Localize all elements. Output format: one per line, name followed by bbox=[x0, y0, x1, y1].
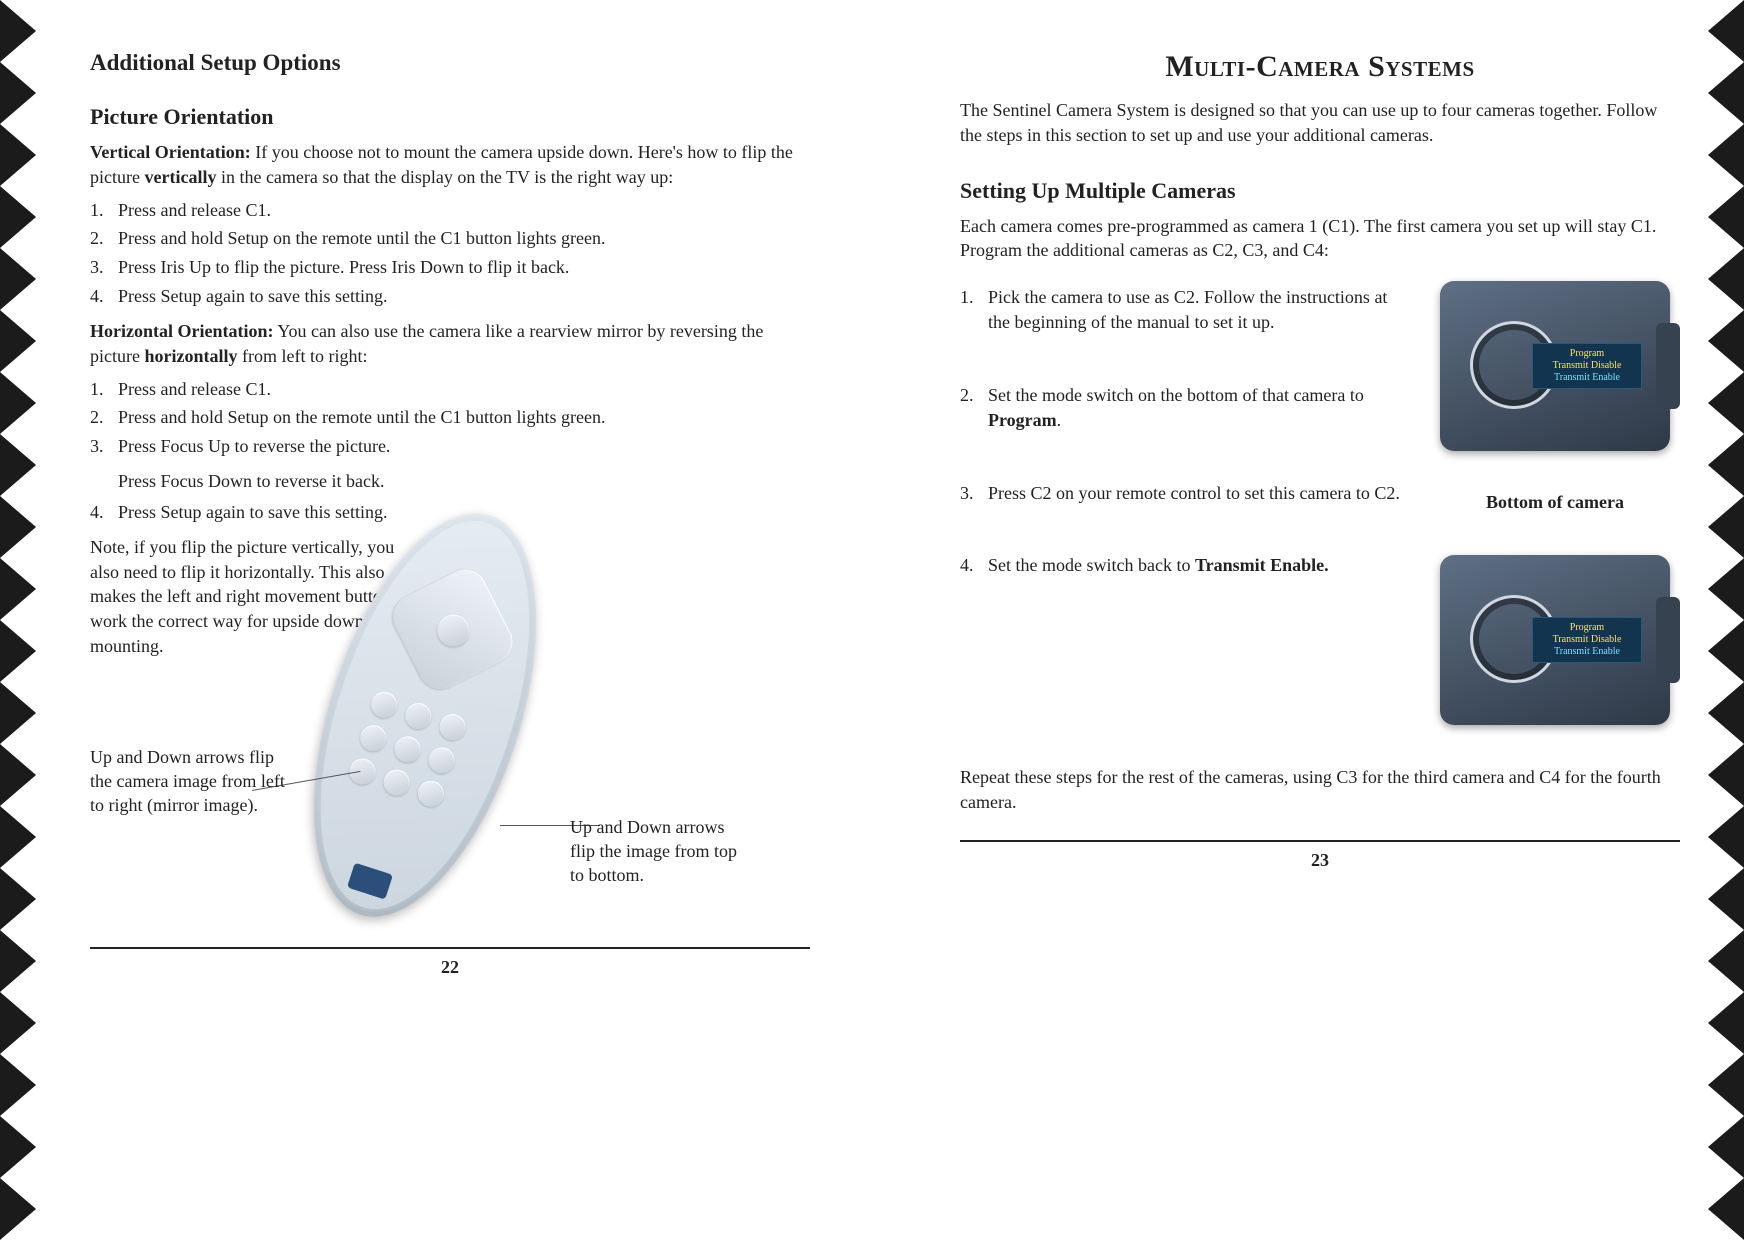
horizontal-steps: 1.Press and release C1. 2.Press and hold… bbox=[90, 377, 810, 459]
horizontal-bold: horizontally bbox=[144, 346, 237, 366]
v-step-1: 1.Press and release C1. bbox=[90, 198, 810, 223]
mc-step-2: 2.Set the mode switch on the bottom of t… bbox=[960, 383, 1400, 433]
remote-diagram-block: Note, if you flip the picture vertically… bbox=[90, 535, 810, 935]
v-step-4: 4.Press Setup again to save this setting… bbox=[90, 284, 810, 309]
h-step-1-text: Press and release C1. bbox=[118, 379, 271, 399]
camera-images-column: Program Transmit Disable Transmit Enable… bbox=[1430, 281, 1680, 724]
v-step-4-text: Press Setup again to save this setting. bbox=[118, 286, 387, 306]
mc-step-4-bold: Transmit Enable. bbox=[1195, 555, 1329, 575]
vertical-lead: Vertical Orientation: bbox=[90, 142, 251, 162]
camera-switch-label-2: Program Transmit Disable Transmit Enable bbox=[1532, 617, 1642, 663]
horizontal-tail: from left to right: bbox=[237, 346, 367, 366]
camera-bottom-photo-1: Program Transmit Disable Transmit Enable bbox=[1440, 281, 1670, 451]
heading-additional-setup: Additional Setup Options bbox=[90, 50, 810, 76]
multi-camera-lead: Each camera comes pre-programmed as came… bbox=[960, 214, 1680, 264]
v-step-3-text: Press Iris Up to flip the picture. Press… bbox=[118, 257, 569, 277]
mc-step-2-bold: Program bbox=[988, 410, 1057, 430]
zigzag-border-left bbox=[0, 0, 36, 1240]
mc-step-3-text: Press C2 on your remote control to set t… bbox=[988, 483, 1400, 503]
camera-switch-label-1: Program Transmit Disable Transmit Enable bbox=[1532, 343, 1642, 389]
camera-bottom-photo-2: Program Transmit Disable Transmit Enable bbox=[1440, 555, 1670, 725]
h-step-2-text: Press and hold Setup on the remote until… bbox=[118, 407, 605, 427]
vertical-tail: in the camera so that the display on the… bbox=[216, 167, 673, 187]
page-22: Additional Setup Options Picture Orienta… bbox=[60, 30, 840, 1210]
h-step-3-sub: Press Focus Down to reverse it back. bbox=[118, 469, 810, 494]
zigzag-border-right bbox=[1708, 0, 1744, 1240]
v-step-2: 2.Press and hold Setup on the remote unt… bbox=[90, 226, 810, 251]
vertical-bold: vertically bbox=[144, 167, 216, 187]
h-step-2: 2.Press and hold Setup on the remote unt… bbox=[90, 405, 810, 430]
h-step-3-text: Press Focus Up to reverse the picture. bbox=[118, 436, 390, 456]
mc-step-2-text: Set the mode switch on the bottom of tha… bbox=[988, 385, 1364, 405]
switch-disable-2: Transmit Disable bbox=[1539, 634, 1635, 646]
mc-step-1-text: Pick the camera to use as C2. Follow the… bbox=[988, 287, 1387, 332]
h-step-4-text: Press Setup again to save this setting. bbox=[118, 502, 387, 522]
v-step-3: 3.Press Iris Up to flip the picture. Pre… bbox=[90, 255, 810, 280]
switch-disable: Transmit Disable bbox=[1539, 360, 1635, 372]
horizontal-orientation-paragraph: Horizontal Orientation: You can also use… bbox=[90, 319, 810, 369]
page-23: Multi-Camera Systems The Sentinel Camera… bbox=[930, 30, 1710, 1210]
page-number-22: 22 bbox=[90, 957, 810, 978]
mc-step-4: 4.Set the mode switch back to Transmit E… bbox=[960, 553, 1400, 578]
h-step-3: 3.Press Focus Up to reverse the picture. bbox=[90, 434, 810, 459]
footer-rule bbox=[90, 947, 810, 949]
camera-caption: Bottom of camera bbox=[1486, 491, 1624, 514]
caption-focus-arrows: Up and Down arrows flip the camera image… bbox=[90, 745, 290, 818]
v-step-2-text: Press and hold Setup on the remote until… bbox=[118, 228, 605, 248]
switch-enable-2: Transmit Enable bbox=[1539, 646, 1635, 658]
heading-setting-up-multiple: Setting Up Multiple Cameras bbox=[960, 178, 1680, 204]
multi-camera-intro: The Sentinel Camera System is designed s… bbox=[960, 98, 1680, 148]
mc-step-1: 1.Pick the camera to use as C2. Follow t… bbox=[960, 285, 1400, 335]
multi-camera-steps-row: 1.Pick the camera to use as C2. Follow t… bbox=[960, 281, 1680, 724]
caption-iris-arrows: Up and Down arrows flip the image from t… bbox=[570, 815, 750, 888]
multi-camera-steps: 1.Pick the camera to use as C2. Follow t… bbox=[960, 285, 1400, 578]
v-step-1-text: Press and release C1. bbox=[118, 200, 271, 220]
h-step-1: 1.Press and release C1. bbox=[90, 377, 810, 402]
switch-program-2: Program bbox=[1539, 622, 1635, 634]
heading-multi-camera: Multi-Camera Systems bbox=[960, 50, 1680, 84]
vertical-steps: 1.Press and release C1. 2.Press and hold… bbox=[90, 198, 810, 309]
switch-enable: Transmit Enable bbox=[1539, 372, 1635, 384]
horizontal-lead: Horizontal Orientation: bbox=[90, 321, 273, 341]
vertical-orientation-paragraph: Vertical Orientation: If you choose not … bbox=[90, 140, 810, 190]
mc-step-3: 3.Press C2 on your remote control to set… bbox=[960, 481, 1400, 506]
switch-program: Program bbox=[1539, 348, 1635, 360]
heading-picture-orientation: Picture Orientation bbox=[90, 104, 810, 130]
page-number-23: 23 bbox=[960, 850, 1680, 871]
mc-step-4-text: Set the mode switch back to bbox=[988, 555, 1195, 575]
footer-rule-right bbox=[960, 840, 1680, 842]
multi-camera-closing: Repeat these steps for the rest of the c… bbox=[960, 765, 1680, 815]
